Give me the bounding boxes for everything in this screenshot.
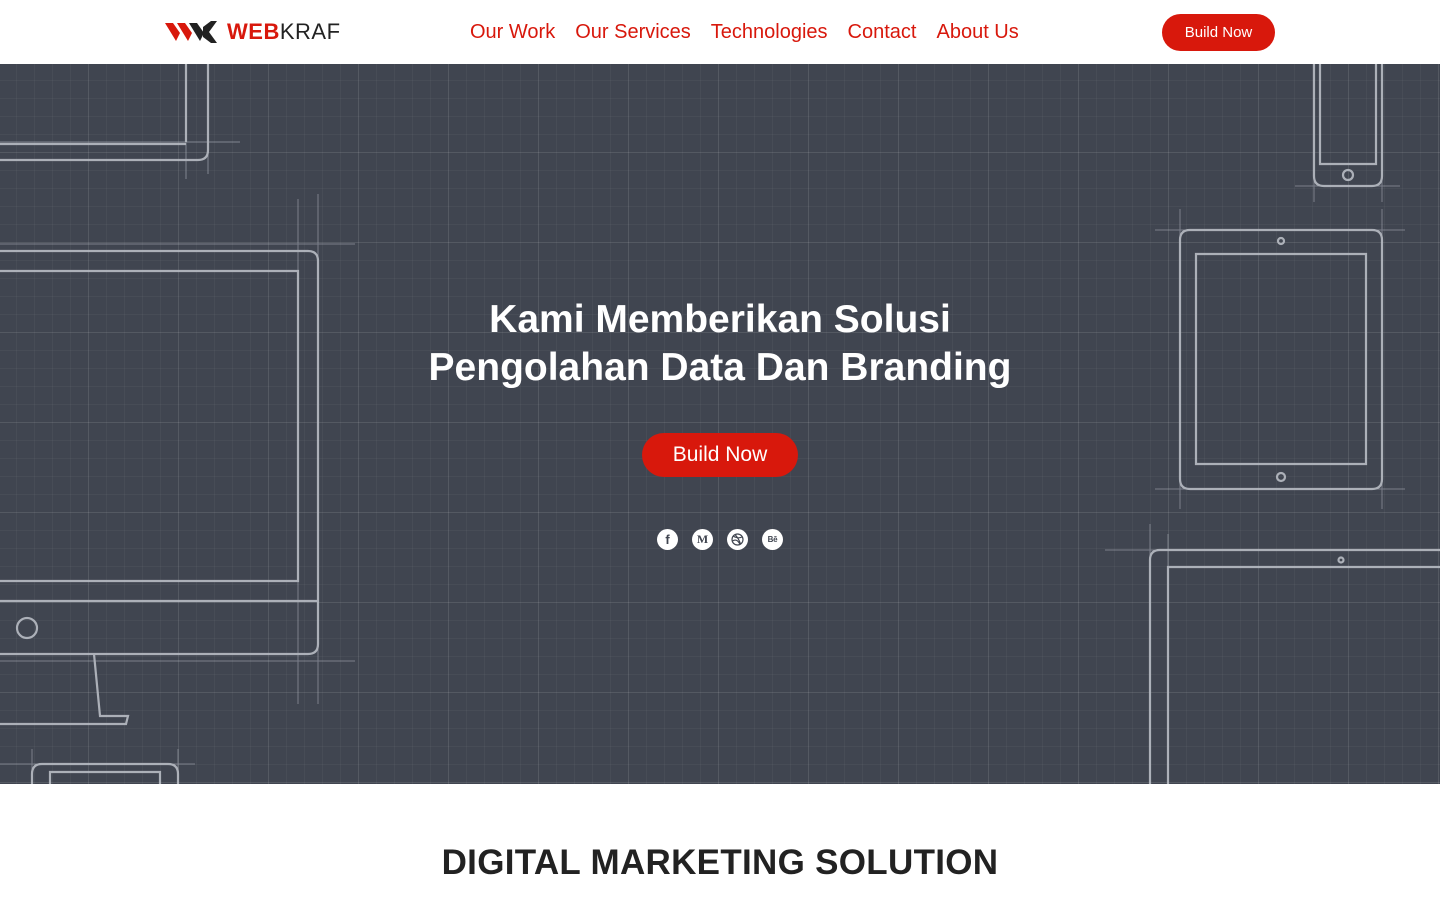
nav-link-contact[interactable]: Contact bbox=[848, 18, 917, 46]
logo-text-kraf: KRAF bbox=[279, 19, 341, 44]
hero-headline-line2: Pengolahan Data Dan Branding bbox=[428, 346, 1012, 389]
logo-text-web: WEB bbox=[227, 19, 280, 44]
nav-link-about-us[interactable]: About Us bbox=[936, 18, 1018, 46]
hero-headline: Kami Memberikan Solusi Pengolahan Data D… bbox=[320, 296, 1120, 392]
phone-sketch-top-right bbox=[1295, 64, 1400, 202]
nav-link-our-services[interactable]: Our Services bbox=[575, 18, 691, 46]
tablet-sketch-right bbox=[1155, 209, 1405, 509]
main-nav: Our Work Our Services Technologies Conta… bbox=[470, 18, 1019, 46]
hero-headline-line1: Kami Memberikan Solusi bbox=[489, 298, 951, 341]
laptop-sketch-bottom-right bbox=[1105, 524, 1440, 784]
section-title: DIGITAL MARKETING SOLUTION bbox=[441, 843, 999, 882]
medium-icon[interactable]: M bbox=[692, 529, 713, 550]
nav-link-our-work[interactable]: Our Work bbox=[470, 18, 555, 46]
device-sketch-bottom-left bbox=[0, 749, 195, 784]
laptop-sketch-top-left bbox=[0, 64, 240, 179]
monitor-sketch-left bbox=[0, 194, 355, 726]
device-sketch-background bbox=[0, 64, 1440, 784]
behance-icon[interactable]: Bē bbox=[762, 529, 783, 550]
hero-section: Kami Memberikan Solusi Pengolahan Data D… bbox=[0, 64, 1440, 784]
facebook-icon[interactable]: f bbox=[657, 529, 678, 550]
social-links: f M Bē bbox=[657, 529, 783, 550]
logo[interactable]: WEBKRAF bbox=[165, 18, 341, 46]
logo-wordmark: WEBKRAF bbox=[227, 18, 341, 46]
hero-build-now-button[interactable]: Build Now bbox=[642, 433, 798, 477]
nav-link-technologies[interactable]: Technologies bbox=[711, 18, 828, 46]
site-header: WEBKRAF Our Work Our Services Technologi… bbox=[0, 0, 1440, 64]
header-build-now-button[interactable]: Build Now bbox=[1162, 14, 1275, 51]
webkraf-logo-icon bbox=[165, 21, 217, 43]
dribbble-icon[interactable] bbox=[727, 529, 748, 550]
